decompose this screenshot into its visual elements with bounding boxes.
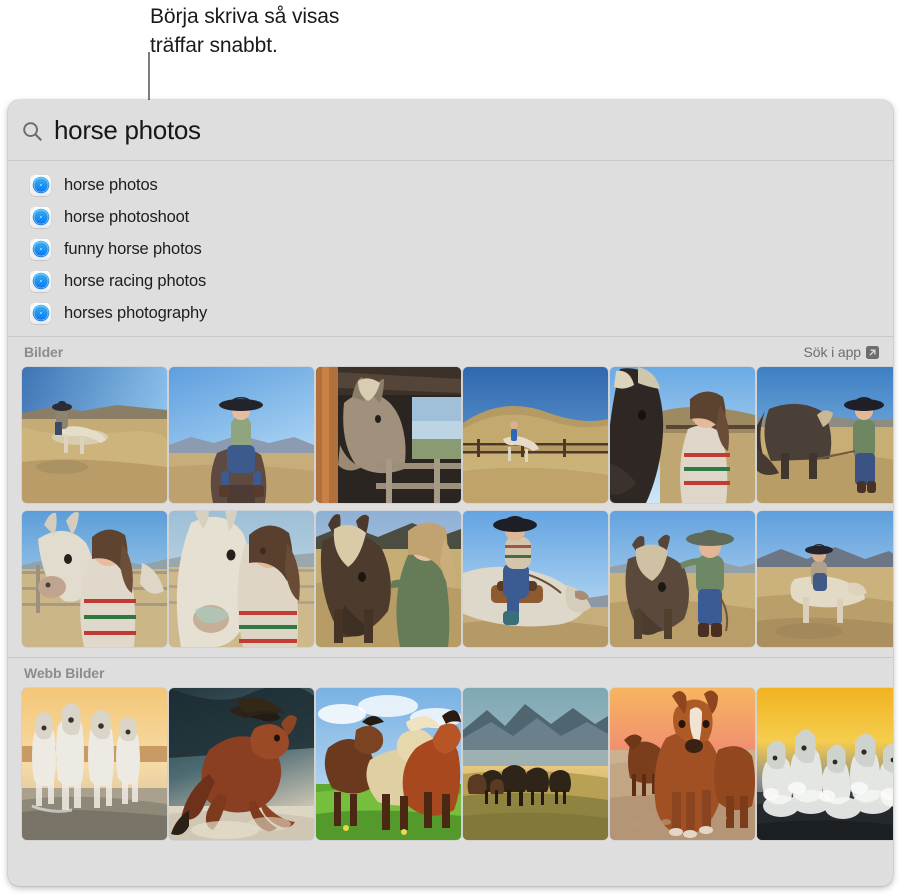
section-title: Webb Bilder xyxy=(24,665,105,681)
suggestion-label: horse racing photos xyxy=(64,271,207,290)
image-tile[interactable] xyxy=(757,511,893,647)
suggestion-item-0[interactable]: horse photos xyxy=(8,169,893,201)
suggestion-item-3[interactable]: horse racing photos xyxy=(8,265,893,297)
image-tile[interactable] xyxy=(463,511,608,647)
image-tile[interactable] xyxy=(610,688,755,840)
suggestion-item-4[interactable]: horses photography xyxy=(8,297,893,329)
image-tile[interactable] xyxy=(316,688,461,840)
safari-icon xyxy=(30,270,51,292)
suggestion-label: horse photoshoot xyxy=(64,207,190,226)
image-tile[interactable] xyxy=(463,688,608,840)
image-tile[interactable] xyxy=(22,367,167,503)
search-icon xyxy=(22,121,43,142)
section-title: Bilder xyxy=(24,344,64,360)
safari-icon xyxy=(30,238,51,260)
image-tile[interactable] xyxy=(169,367,314,503)
image-tile[interactable] xyxy=(757,688,893,840)
suggestion-item-2[interactable]: funny horse photos xyxy=(8,233,893,265)
safari-icon xyxy=(30,206,51,228)
screenshot-root: Börja skriva så visas träffar snabbt. ho… xyxy=(0,0,904,894)
image-tile[interactable] xyxy=(169,511,314,647)
image-tile[interactable] xyxy=(316,511,461,647)
image-grid-row-1 xyxy=(8,367,893,503)
callout-text: Börja skriva så visas träffar snabbt. xyxy=(150,5,340,57)
section-header-images: Bilder Sök i app xyxy=(8,337,893,367)
search-input-value[interactable]: horse photos xyxy=(54,115,201,145)
search-in-app-label: Sök i app xyxy=(803,344,862,360)
search-in-app-link[interactable]: Sök i app xyxy=(804,344,879,360)
suggestion-label: funny horse photos xyxy=(64,239,202,258)
image-tile[interactable] xyxy=(610,511,755,647)
image-tile[interactable] xyxy=(463,367,608,503)
image-tile[interactable] xyxy=(757,367,893,503)
image-tile[interactable] xyxy=(316,367,461,503)
safari-icon xyxy=(30,174,51,196)
safari-icon xyxy=(30,302,51,324)
search-suggestions-popover: horse photos horse photos horse photosho… xyxy=(8,100,893,886)
image-tile[interactable] xyxy=(22,688,167,840)
image-grid-web xyxy=(8,688,893,840)
image-tile[interactable] xyxy=(22,511,167,647)
search-field[interactable]: horse photos xyxy=(8,100,893,160)
image-tile[interactable] xyxy=(610,367,755,503)
image-grid-row-2 xyxy=(8,511,893,647)
suggestion-label: horses photography xyxy=(64,303,208,322)
suggestion-list: horse photos horse photoshoot funny hors… xyxy=(8,161,893,336)
image-tile[interactable] xyxy=(169,688,314,840)
suggestion-item-1[interactable]: horse photoshoot xyxy=(8,201,893,233)
suggestion-label: horse photos xyxy=(64,175,158,194)
arrow-up-right-square-icon xyxy=(866,345,879,359)
section-header-web-images: Webb Bilder xyxy=(8,658,893,688)
